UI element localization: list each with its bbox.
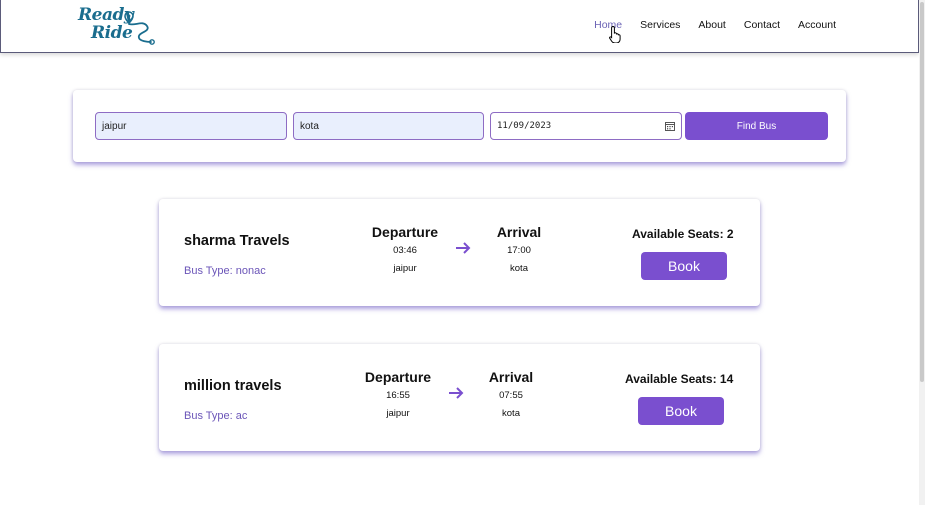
- date-value: 11/09/2023: [497, 121, 552, 131]
- available-seats: Available Seats: 14: [625, 372, 734, 386]
- arrival-place: kota: [502, 408, 520, 419]
- nav-account[interactable]: Account: [798, 19, 836, 31]
- bus-card: sharma Travels Bus Type: nonac Departure…: [159, 199, 760, 306]
- from-input[interactable]: jaipur: [95, 112, 287, 140]
- hand-cursor-icon: [609, 25, 621, 43]
- departure-time: 03:46: [393, 245, 417, 256]
- calendar-icon[interactable]: [665, 121, 675, 131]
- logo[interactable]: Ready Ride: [77, 4, 155, 46]
- book-button[interactable]: Book: [641, 252, 727, 280]
- bus-name: million travels: [184, 378, 282, 394]
- departure-place: jaipur: [393, 263, 417, 274]
- departure-column: Departure 16:55 jaipur: [353, 369, 443, 419]
- scrollbar-thumb[interactable]: [920, 2, 924, 382]
- arrival-column: Arrival 07:55 kota: [466, 369, 556, 419]
- route-pin-icon: [124, 11, 155, 45]
- navbar: Ready Ride Home Services About Contact A…: [0, 0, 919, 53]
- departure-time: 16:55: [386, 390, 410, 401]
- arrival-label: Arrival: [488, 369, 534, 385]
- bus-type: Bus Type: ac: [184, 410, 248, 422]
- book-button[interactable]: Book: [638, 397, 724, 425]
- bus-type: Bus Type: nonac: [184, 265, 266, 277]
- departure-label: Departure: [364, 369, 432, 385]
- departure-label: Departure: [371, 224, 439, 240]
- departure-place: jaipur: [386, 408, 410, 419]
- find-bus-button[interactable]: Find Bus: [685, 112, 828, 140]
- nav-contact[interactable]: Contact: [744, 19, 780, 31]
- nav-about[interactable]: About: [698, 19, 725, 31]
- arrival-time: 07:55: [499, 390, 523, 401]
- page: Ready Ride Home Services About Contact A…: [0, 0, 925, 505]
- arrow-right-icon: [449, 387, 464, 399]
- date-input[interactable]: 11/09/2023: [490, 112, 682, 140]
- available-seats: Available Seats: 2: [632, 227, 734, 241]
- search-panel: jaipur kota 11/09/2023 Find Bus: [73, 90, 846, 162]
- departure-column: Departure 03:46 jaipur: [360, 224, 450, 274]
- arrow-right-icon: [456, 242, 471, 254]
- bus-name: sharma Travels: [184, 233, 290, 249]
- nav-services[interactable]: Services: [640, 19, 680, 31]
- to-input[interactable]: kota: [293, 112, 484, 140]
- scrollbar[interactable]: [919, 0, 925, 505]
- arrival-place: kota: [510, 263, 528, 274]
- arrival-column: Arrival 17:00 kota: [474, 224, 564, 274]
- arrival-time: 17:00: [507, 245, 531, 256]
- bus-card: million travels Bus Type: ac Departure 1…: [159, 344, 760, 451]
- arrival-label: Arrival: [496, 224, 542, 240]
